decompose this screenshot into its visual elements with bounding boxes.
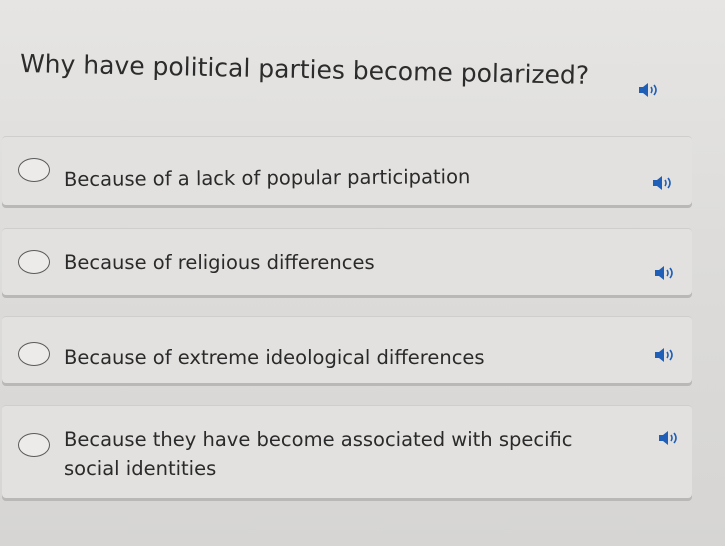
speaker-icon[interactable]	[654, 347, 676, 363]
question-text: Why have political parties become polari…	[19, 49, 590, 90]
speaker-icon[interactable]	[658, 430, 680, 446]
answer-option-label: Because they have become associated with…	[64, 428, 573, 480]
speaker-icon[interactable]	[638, 82, 660, 98]
answer-option-3[interactable]: Because of extreme ideological differenc…	[2, 316, 692, 383]
answer-option-1[interactable]: Because of a lack of popular participati…	[2, 136, 692, 205]
speaker-icon[interactable]	[652, 175, 674, 191]
answer-option-4[interactable]: Because they have become associated with…	[2, 405, 692, 498]
speaker-icon[interactable]	[654, 265, 676, 281]
radio-button[interactable]	[18, 433, 50, 457]
radio-button[interactable]	[18, 250, 50, 274]
radio-button[interactable]	[18, 158, 50, 182]
answer-option-label: Because of a lack of popular participati…	[63, 165, 471, 191]
answer-option-label: Because of extreme ideological differenc…	[64, 346, 485, 369]
answer-option-2[interactable]: Because of religious differences	[2, 228, 692, 295]
quiz-page: Why have political parties become polari…	[0, 0, 725, 546]
answer-option-label: Because of religious differences	[64, 251, 375, 274]
radio-button[interactable]	[18, 342, 50, 366]
